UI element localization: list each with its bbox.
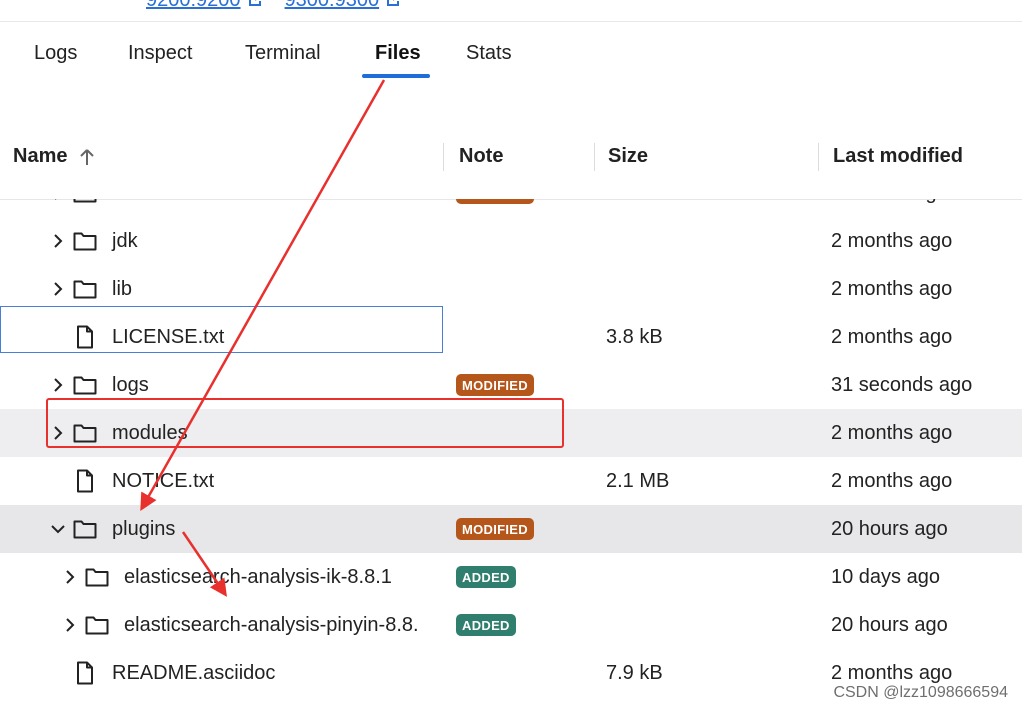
- file-size: 3.8 kB: [606, 325, 663, 348]
- column-note[interactable]: Note: [459, 145, 503, 168]
- port-link-9200[interactable]: 9200:9200: [146, 0, 263, 12]
- active-tab-indicator: [362, 74, 430, 78]
- last-modified: 2 months ago: [831, 277, 953, 300]
- column-divider[interactable]: [443, 143, 444, 171]
- last-modified: 2 months ago: [831, 421, 953, 444]
- last-modified: 20 hours ago: [831, 613, 948, 636]
- status-badge: MODIFIED: [456, 199, 534, 204]
- column-divider[interactable]: [594, 143, 595, 171]
- file-name: LICENSE.txt: [112, 325, 225, 348]
- file-name: data: [112, 199, 151, 217]
- container-tabs: Logs Inspect Terminal Files Stats: [0, 22, 1022, 80]
- last-modified: 10 days ago: [831, 565, 940, 588]
- folder-icon: [72, 276, 98, 302]
- folder-icon: [72, 199, 98, 206]
- file-list: dataMODIFIED16 hours agojdk2 months agol…: [0, 199, 1022, 710]
- folder-icon: [72, 372, 98, 398]
- last-modified: 16 hours ago: [831, 199, 948, 217]
- column-divider[interactable]: [818, 143, 819, 171]
- table-row[interactable]: data MODIFIED 16 hours ago: [0, 199, 1022, 217]
- chevron-right-icon[interactable]: [61, 568, 79, 586]
- chevron-right-icon[interactable]: [61, 616, 79, 634]
- sort-ascending-icon: [80, 148, 95, 165]
- port-label: 9200:9200: [146, 0, 241, 12]
- tab-terminal[interactable]: Terminal: [245, 42, 321, 65]
- tab-logs[interactable]: Logs: [34, 42, 77, 65]
- file-icon: [72, 660, 98, 686]
- tab-stats[interactable]: Stats: [466, 42, 512, 65]
- table-row[interactable]: lib 2 months ago: [0, 265, 1022, 313]
- table-row[interactable]: jdk 2 months ago: [0, 217, 1022, 265]
- file-table-header: Name Note Size Last modified: [0, 133, 1022, 200]
- table-row[interactable]: LICENSE.txt 3.8 kB 2 months ago: [0, 313, 1022, 361]
- port-links: 9200:9200 9300:9300: [146, 0, 401, 12]
- table-row[interactable]: elasticsearch-analysis-pinyin-8.8. ADDED 2…: [0, 601, 1022, 649]
- last-modified: 2 months ago: [831, 469, 953, 492]
- port-label: 9300:9300: [285, 0, 380, 12]
- column-name-label: Name: [13, 145, 68, 167]
- file-name: NOTICE.txt: [112, 469, 215, 492]
- table-row[interactable]: NOTICE.txt 2.1 MB 2 months ago: [0, 457, 1022, 505]
- chevron-right-icon[interactable]: [49, 199, 67, 202]
- chevron-right-icon[interactable]: [49, 280, 67, 298]
- last-modified: 2 months ago: [831, 229, 953, 252]
- port-link-9300[interactable]: 9300:9300: [285, 0, 402, 12]
- file-name: elasticsearch-analysis-ik-8.8.1: [124, 565, 392, 588]
- file-size: 2.1 MB: [606, 469, 670, 492]
- last-modified: 2 months ago: [831, 325, 953, 348]
- status-badge: ADDED: [456, 614, 516, 636]
- file-name: elasticsearch-analysis-pinyin-8.8.: [124, 613, 419, 636]
- file-name: jdk: [112, 229, 138, 252]
- chevron-down-icon[interactable]: [49, 520, 67, 538]
- tab-inspect[interactable]: Inspect: [128, 42, 192, 65]
- file-icon: [72, 324, 98, 350]
- status-badge: MODIFIED: [456, 518, 534, 540]
- folder-icon: [84, 612, 110, 638]
- column-name[interactable]: Name: [13, 145, 97, 168]
- status-badge: ADDED: [456, 566, 516, 588]
- file-size: 7.9 kB: [606, 661, 663, 684]
- chevron-right-icon[interactable]: [49, 232, 67, 250]
- table-row[interactable]: plugins MODIFIED 20 hours ago: [0, 505, 1022, 553]
- file-name: README.asciidoc: [112, 661, 276, 684]
- last-modified: 31 seconds ago: [831, 373, 973, 396]
- chevron-right-icon[interactable]: [49, 376, 67, 394]
- folder-icon: [84, 564, 110, 590]
- file-name: lib: [112, 277, 133, 300]
- file-icon: [72, 468, 98, 494]
- column-last-modified[interactable]: Last modified: [833, 145, 963, 168]
- tab-files[interactable]: Files: [375, 42, 421, 65]
- file-name: plugins: [112, 517, 176, 540]
- external-link-icon: [387, 0, 400, 6]
- last-modified: 20 hours ago: [831, 517, 948, 540]
- table-row[interactable]: elasticsearch-analysis-ik-8.8.1 ADDED 10 d…: [0, 553, 1022, 601]
- annotation-highlight-box: [46, 398, 564, 448]
- column-size[interactable]: Size: [608, 145, 648, 168]
- folder-icon: [72, 228, 98, 254]
- external-link-icon: [248, 0, 261, 6]
- status-badge: MODIFIED: [456, 374, 534, 396]
- watermark: CSDN @lzz1098666594: [833, 684, 1008, 701]
- folder-icon: [72, 516, 98, 542]
